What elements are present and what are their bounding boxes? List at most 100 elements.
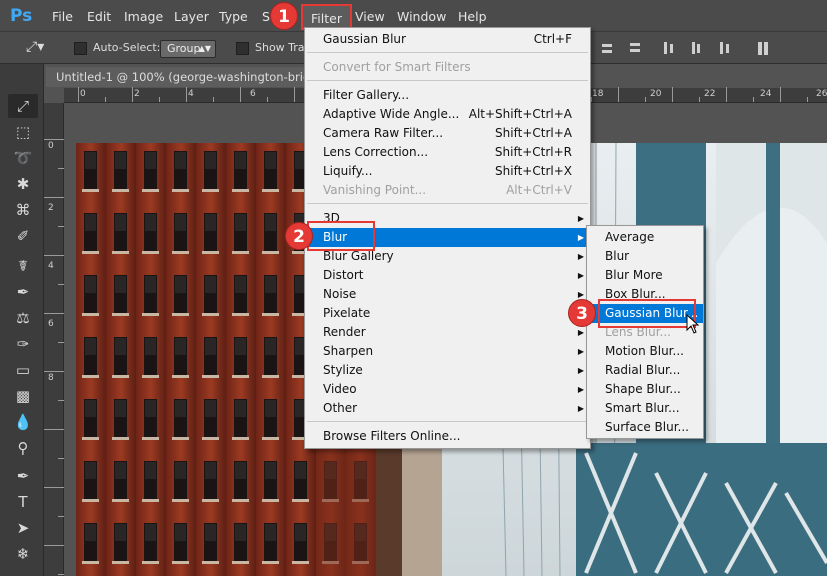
brush-tool-icon[interactable]: ✒ — [8, 280, 38, 304]
submenu-arrow-icon: ▶ — [577, 347, 584, 356]
eyedropper-tool-icon[interactable]: ✐ — [8, 224, 38, 248]
blur-radial-blur[interactable]: Radial Blur... — [587, 361, 703, 380]
ruler-label: 18 — [592, 89, 604, 99]
ruler-tick — [294, 87, 295, 102]
filter-noise[interactable]: Noise ▶ — [305, 285, 590, 304]
ruler-tick — [44, 139, 64, 140]
menu-image[interactable]: Image — [124, 8, 163, 26]
magic-wand-tool-icon[interactable]: ✱ — [8, 172, 38, 196]
submenu-arrow-icon: ▶ — [577, 233, 584, 242]
custom-shape-tool-icon[interactable]: ❄ — [8, 542, 38, 566]
ruler-tick — [44, 545, 64, 546]
menu-edit[interactable]: Edit — [87, 8, 111, 26]
show-transform-checkbox[interactable] — [236, 42, 249, 55]
history-brush-tool-icon[interactable]: ✑ — [8, 332, 38, 356]
shortcut: Shift+Ctrl+A — [495, 126, 572, 140]
filter-last-gaussian-blur[interactable]: Gaussian Blur Ctrl+F — [305, 30, 590, 49]
menu-item-label: Convert for Smart Filters — [323, 60, 471, 74]
blur-smart-blur[interactable]: Smart Blur... — [587, 399, 703, 418]
filter-liquify[interactable]: Liquify... Shift+Ctrl+X — [305, 162, 590, 181]
toolbox: ⤢ ⬚ ➰ ✱ ⌘ ✐ ☤ ✒ ⚖ ✑ ▭ ▩ 💧 ⚲ ✒ T ➤ ❄ — [0, 64, 44, 576]
filter-vanishing-point[interactable]: Vanishing Point... Alt+Ctrl+V — [305, 181, 590, 200]
path-selection-tool-icon[interactable]: ➤ — [8, 516, 38, 540]
dodge-tool-icon[interactable]: ⚲ — [8, 436, 38, 460]
ruler-label: 22 — [704, 89, 716, 99]
shortcut: Alt+Shift+Ctrl+A — [468, 107, 572, 121]
filter-lens-correction[interactable]: Lens Correction... Shift+Ctrl+R — [305, 143, 590, 162]
menu-item-label: Browse Filters Online... — [323, 429, 461, 443]
menu-type[interactable]: Type — [219, 8, 248, 26]
filter-adaptive-wide-angle[interactable]: Adaptive Wide Angle... Alt+Shift+Ctrl+A — [305, 105, 590, 124]
menu-file[interactable]: File — [52, 8, 73, 26]
pen-tool-icon[interactable]: ✒ — [8, 464, 38, 488]
ruler-tick — [78, 87, 79, 102]
filter-stylize[interactable]: Stylize ▶ — [305, 361, 590, 380]
eraser-tool-icon[interactable]: ▭ — [8, 358, 38, 382]
filter-camera-raw[interactable]: Camera Raw Filter... Shift+Ctrl+A — [305, 124, 590, 143]
blur-average[interactable]: Average — [587, 228, 703, 247]
group-select-value: Group — [167, 42, 201, 55]
lasso-tool-icon[interactable]: ➰ — [8, 146, 38, 170]
menu-item-label: Gaussian Blur — [323, 32, 406, 46]
submenu-arrow-icon: ▶ — [577, 271, 584, 280]
ruler-label: 2 — [134, 89, 140, 99]
document-tab-title: Untitled-1 @ 100% (george-washington-bri… — [56, 70, 329, 84]
menu-select-partial[interactable]: S — [262, 8, 270, 26]
ruler-tick — [780, 87, 781, 102]
menu-view[interactable]: View — [355, 8, 385, 26]
filter-browse-online[interactable]: Browse Filters Online... — [305, 427, 590, 446]
align-distribute-icons[interactable] — [596, 40, 827, 58]
document-tab[interactable]: Untitled-1 @ 100% (george-washington-bri… — [46, 67, 336, 87]
select-arrows-icon: ▲▼ — [198, 44, 211, 53]
blur-tool-icon[interactable]: 💧 — [8, 410, 38, 434]
blur-surface-blur[interactable]: Surface Blur... — [587, 418, 703, 437]
step-1-badge: 1 — [270, 2, 298, 30]
blur-blur-more[interactable]: Blur More — [587, 266, 703, 285]
filter-distort[interactable]: Distort ▶ — [305, 266, 590, 285]
filter-render[interactable]: Render ▶ — [305, 323, 590, 342]
submenu-arrow-icon: ▶ — [577, 252, 584, 261]
filter-video[interactable]: Video ▶ — [305, 380, 590, 399]
auto-select-checkbox[interactable] — [74, 42, 87, 55]
ruler-tick — [699, 97, 700, 102]
move-tool-preset-icon[interactable]: ⤢▾ — [26, 39, 44, 55]
menu-help[interactable]: Help — [458, 8, 487, 26]
ruler-tick — [105, 97, 106, 102]
menu-item-label: Video — [323, 382, 357, 396]
blur-blur[interactable]: Blur — [587, 247, 703, 266]
gradient-tool-icon[interactable]: ▩ — [8, 384, 38, 408]
type-tool-icon[interactable]: T — [8, 490, 38, 514]
menu-item-label: Blur Gallery — [323, 249, 394, 263]
shortcut: Alt+Ctrl+V — [506, 183, 572, 197]
crop-tool-icon[interactable]: ⌘ — [8, 198, 38, 222]
ruler-tick — [618, 87, 619, 102]
auto-select-label: Auto-Select: — [93, 41, 161, 54]
marquee-tool-icon[interactable]: ⬚ — [8, 120, 38, 144]
menu-item-label: Noise — [323, 287, 357, 301]
ruler-tick — [240, 87, 241, 102]
menu-window[interactable]: Window — [397, 8, 446, 26]
filter-sharpen[interactable]: Sharpen ▶ — [305, 342, 590, 361]
move-tool-icon[interactable]: ⤢ — [8, 94, 38, 118]
filter-gallery[interactable]: Filter Gallery... — [305, 86, 590, 105]
blur-shape-blur[interactable]: Shape Blur... — [587, 380, 703, 399]
blur-motion-blur[interactable]: Motion Blur... — [587, 342, 703, 361]
filter-convert-smart-filters[interactable]: Convert for Smart Filters — [305, 58, 590, 77]
menu-item-label: Pixelate — [323, 306, 371, 320]
filter-other[interactable]: Other ▶ — [305, 399, 590, 418]
clone-stamp-tool-icon[interactable]: ⚖ — [8, 306, 38, 330]
ruler-label: 26 — [816, 89, 827, 99]
menu-item-label: Stylize — [323, 363, 363, 377]
healing-brush-tool-icon[interactable]: ☤ — [8, 254, 38, 278]
auto-select-target-select[interactable]: Group ▲▼ — [160, 40, 216, 58]
shortcut: Ctrl+F — [533, 32, 572, 46]
filter-pixelate[interactable]: Pixelate▶ — [305, 304, 590, 323]
ruler-label: 24 — [760, 89, 772, 99]
ruler-label: 8 — [48, 373, 54, 383]
menu-item-label: Lens Correction... — [323, 145, 429, 159]
ruler-tick — [132, 87, 133, 102]
menu-item-label: Sharpen — [323, 344, 374, 358]
ruler-tick — [186, 87, 187, 102]
menu-item-label: Render — [323, 325, 366, 339]
menu-layer[interactable]: Layer — [174, 8, 209, 26]
